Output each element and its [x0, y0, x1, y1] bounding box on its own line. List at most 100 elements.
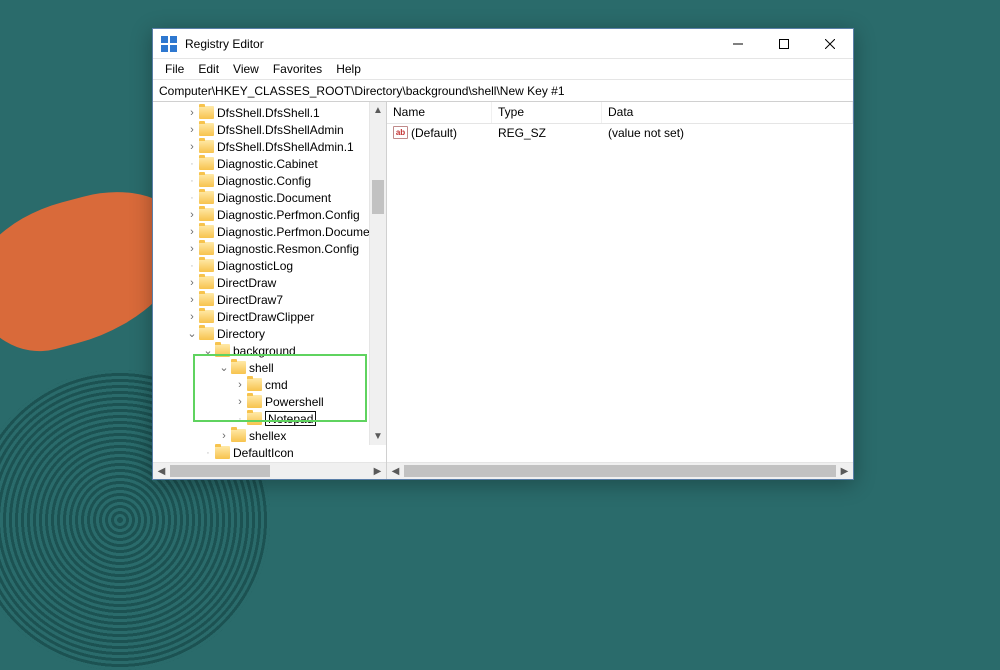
value-name: (Default)	[411, 126, 457, 140]
minimize-button[interactable]	[715, 29, 761, 59]
scroll-right-icon[interactable]: ▶	[836, 463, 853, 480]
tree-node[interactable]: › DfsShell.DfsShellAdmin	[153, 121, 380, 138]
tree-dash-icon: ·	[185, 175, 199, 187]
tree-node-rename-input[interactable]: Notepad	[265, 411, 316, 426]
folder-icon	[199, 191, 214, 204]
tree-node-label: Diagnostic.Document	[217, 191, 331, 205]
chevron-down-icon[interactable]: ⌄	[217, 361, 231, 374]
tree-node[interactable]: ⌄ Directory	[153, 325, 380, 342]
menu-favorites[interactable]: Favorites	[267, 60, 328, 78]
tree-node[interactable]: ⌄shell	[153, 359, 380, 376]
chevron-right-icon[interactable]: ›	[185, 209, 199, 221]
chevron-right-icon[interactable]: ›	[233, 379, 247, 391]
tree-node[interactable]: ·Diagnostic.Config	[153, 172, 380, 189]
col-name[interactable]: Name	[387, 102, 492, 123]
chevron-right-icon[interactable]: ›	[233, 396, 247, 408]
value-row[interactable]: ab(Default)REG_SZ(value not set)	[387, 124, 853, 141]
titlebar[interactable]: Registry Editor	[153, 29, 853, 59]
content-area: ›DfsShell.DfsShell.1›DfsShell.DfsShellAd…	[153, 102, 853, 479]
chevron-right-icon[interactable]: ›	[185, 124, 199, 136]
tree-node-label: DirectDraw	[217, 276, 276, 290]
menu-edit[interactable]: Edit	[192, 60, 225, 78]
tree-node-label: DfsShell.DfsShellAdmin	[217, 123, 344, 137]
folder-icon	[199, 242, 214, 255]
chevron-right-icon[interactable]: ›	[185, 311, 199, 323]
scroll-left-icon[interactable]: ◀	[153, 463, 170, 480]
tree-node[interactable]: ›Powershell	[153, 393, 380, 410]
close-icon	[825, 39, 835, 49]
tree-node[interactable]: › DirectDraw7	[153, 291, 380, 308]
tree-node[interactable]: › DirectDraw	[153, 274, 380, 291]
chevron-down-icon[interactable]: ⌄	[201, 344, 215, 357]
values-hscrollbar[interactable]: ◀ ▶	[387, 462, 853, 479]
tree-node[interactable]: ·DiagnosticLog	[153, 257, 380, 274]
chevron-down-icon[interactable]: ⌄	[185, 327, 199, 340]
tree-dash-icon: ·	[185, 260, 199, 272]
tree-vscroll-thumb[interactable]	[372, 180, 384, 214]
values-list[interactable]: ab(Default)REG_SZ(value not set)	[387, 124, 853, 462]
chevron-right-icon[interactable]: ›	[185, 107, 199, 119]
close-button[interactable]	[807, 29, 853, 59]
chevron-right-icon[interactable]: ›	[185, 226, 199, 238]
chevron-right-icon[interactable]: ›	[185, 141, 199, 153]
tree-node[interactable]: ·Diagnostic.Cabinet	[153, 155, 380, 172]
menu-help[interactable]: Help	[330, 60, 367, 78]
maximize-button[interactable]	[761, 29, 807, 59]
tree-node[interactable]: › cmd	[153, 376, 380, 393]
tree-node[interactable]: ›shellex	[153, 427, 380, 444]
tree-node[interactable]: › DfsShell.DfsShell.1	[153, 104, 380, 121]
folder-icon	[199, 123, 214, 136]
tree-dash-icon: ·	[185, 192, 199, 204]
values-hscroll-thumb[interactable]	[404, 465, 836, 477]
tree-hscroll-thumb[interactable]	[170, 465, 270, 477]
tree-scroll[interactable]: ›DfsShell.DfsShell.1›DfsShell.DfsShellAd…	[153, 102, 386, 462]
tree-node[interactable]: ›DfsShell.DfsShellAdmin.1	[153, 138, 380, 155]
folder-icon	[199, 225, 214, 238]
values-header: Name Type Data	[387, 102, 853, 124]
scroll-down-icon[interactable]: ▼	[370, 428, 386, 445]
app-icon	[161, 36, 177, 52]
tree-node[interactable]: › Diagnostic.Perfmon.Config	[153, 206, 380, 223]
tree-node[interactable]: ·DefaultIcon	[153, 444, 380, 461]
tree-node-label: cmd	[265, 378, 288, 392]
tree-node-label: DirectDraw7	[217, 293, 283, 307]
tree-node-label: Directory	[217, 327, 265, 341]
tree-node-label: DfsShell.DfsShell.1	[217, 106, 320, 120]
tree-dash-icon: ·	[201, 447, 215, 459]
tree-node[interactable]: · Notepad	[153, 410, 380, 427]
tree-node-label: Diagnostic.Perfmon.Config	[217, 208, 360, 222]
tree-dash-icon: ·	[233, 413, 247, 425]
menu-file[interactable]: File	[159, 60, 190, 78]
value-type-cell: REG_SZ	[492, 126, 602, 140]
tree-node[interactable]: ›Diagnostic.Perfmon.Document	[153, 223, 380, 240]
values-pane: Name Type Data ab(Default)REG_SZ(value n…	[387, 102, 853, 479]
tree-node[interactable]: ›Diagnostic.Resmon.Config	[153, 240, 380, 257]
address-input[interactable]	[157, 82, 849, 100]
tree-node[interactable]: ⌄background	[153, 342, 380, 359]
tree-pane: ›DfsShell.DfsShell.1›DfsShell.DfsShellAd…	[153, 102, 387, 479]
scroll-up-icon[interactable]: ▲	[370, 102, 386, 119]
chevron-right-icon[interactable]: ›	[217, 430, 231, 442]
value-name-cell: ab(Default)	[387, 126, 492, 140]
folder-icon	[199, 106, 214, 119]
string-value-icon: ab	[393, 126, 408, 139]
chevron-right-icon[interactable]: ›	[185, 243, 199, 255]
folder-icon	[215, 344, 230, 357]
menu-view[interactable]: View	[227, 60, 265, 78]
window-title: Registry Editor	[185, 37, 715, 51]
tree-vscrollbar[interactable]: ▲ ▼	[369, 102, 386, 445]
tree: ›DfsShell.DfsShell.1›DfsShell.DfsShellAd…	[153, 102, 380, 462]
minimize-icon	[733, 39, 743, 49]
tree-hscrollbar[interactable]: ◀ ▶	[153, 462, 386, 479]
scroll-left-icon[interactable]: ◀	[387, 463, 404, 480]
col-type[interactable]: Type	[492, 102, 602, 123]
folder-icon	[247, 378, 262, 391]
tree-node[interactable]: ›DirectDrawClipper	[153, 308, 380, 325]
chevron-right-icon[interactable]: ›	[185, 294, 199, 306]
scroll-right-icon[interactable]: ▶	[369, 463, 386, 480]
chevron-right-icon[interactable]: ›	[185, 277, 199, 289]
col-data[interactable]: Data	[602, 102, 853, 123]
menubar: File Edit View Favorites Help	[153, 59, 853, 80]
tree-node[interactable]: · Diagnostic.Document	[153, 189, 380, 206]
folder-icon	[199, 276, 214, 289]
